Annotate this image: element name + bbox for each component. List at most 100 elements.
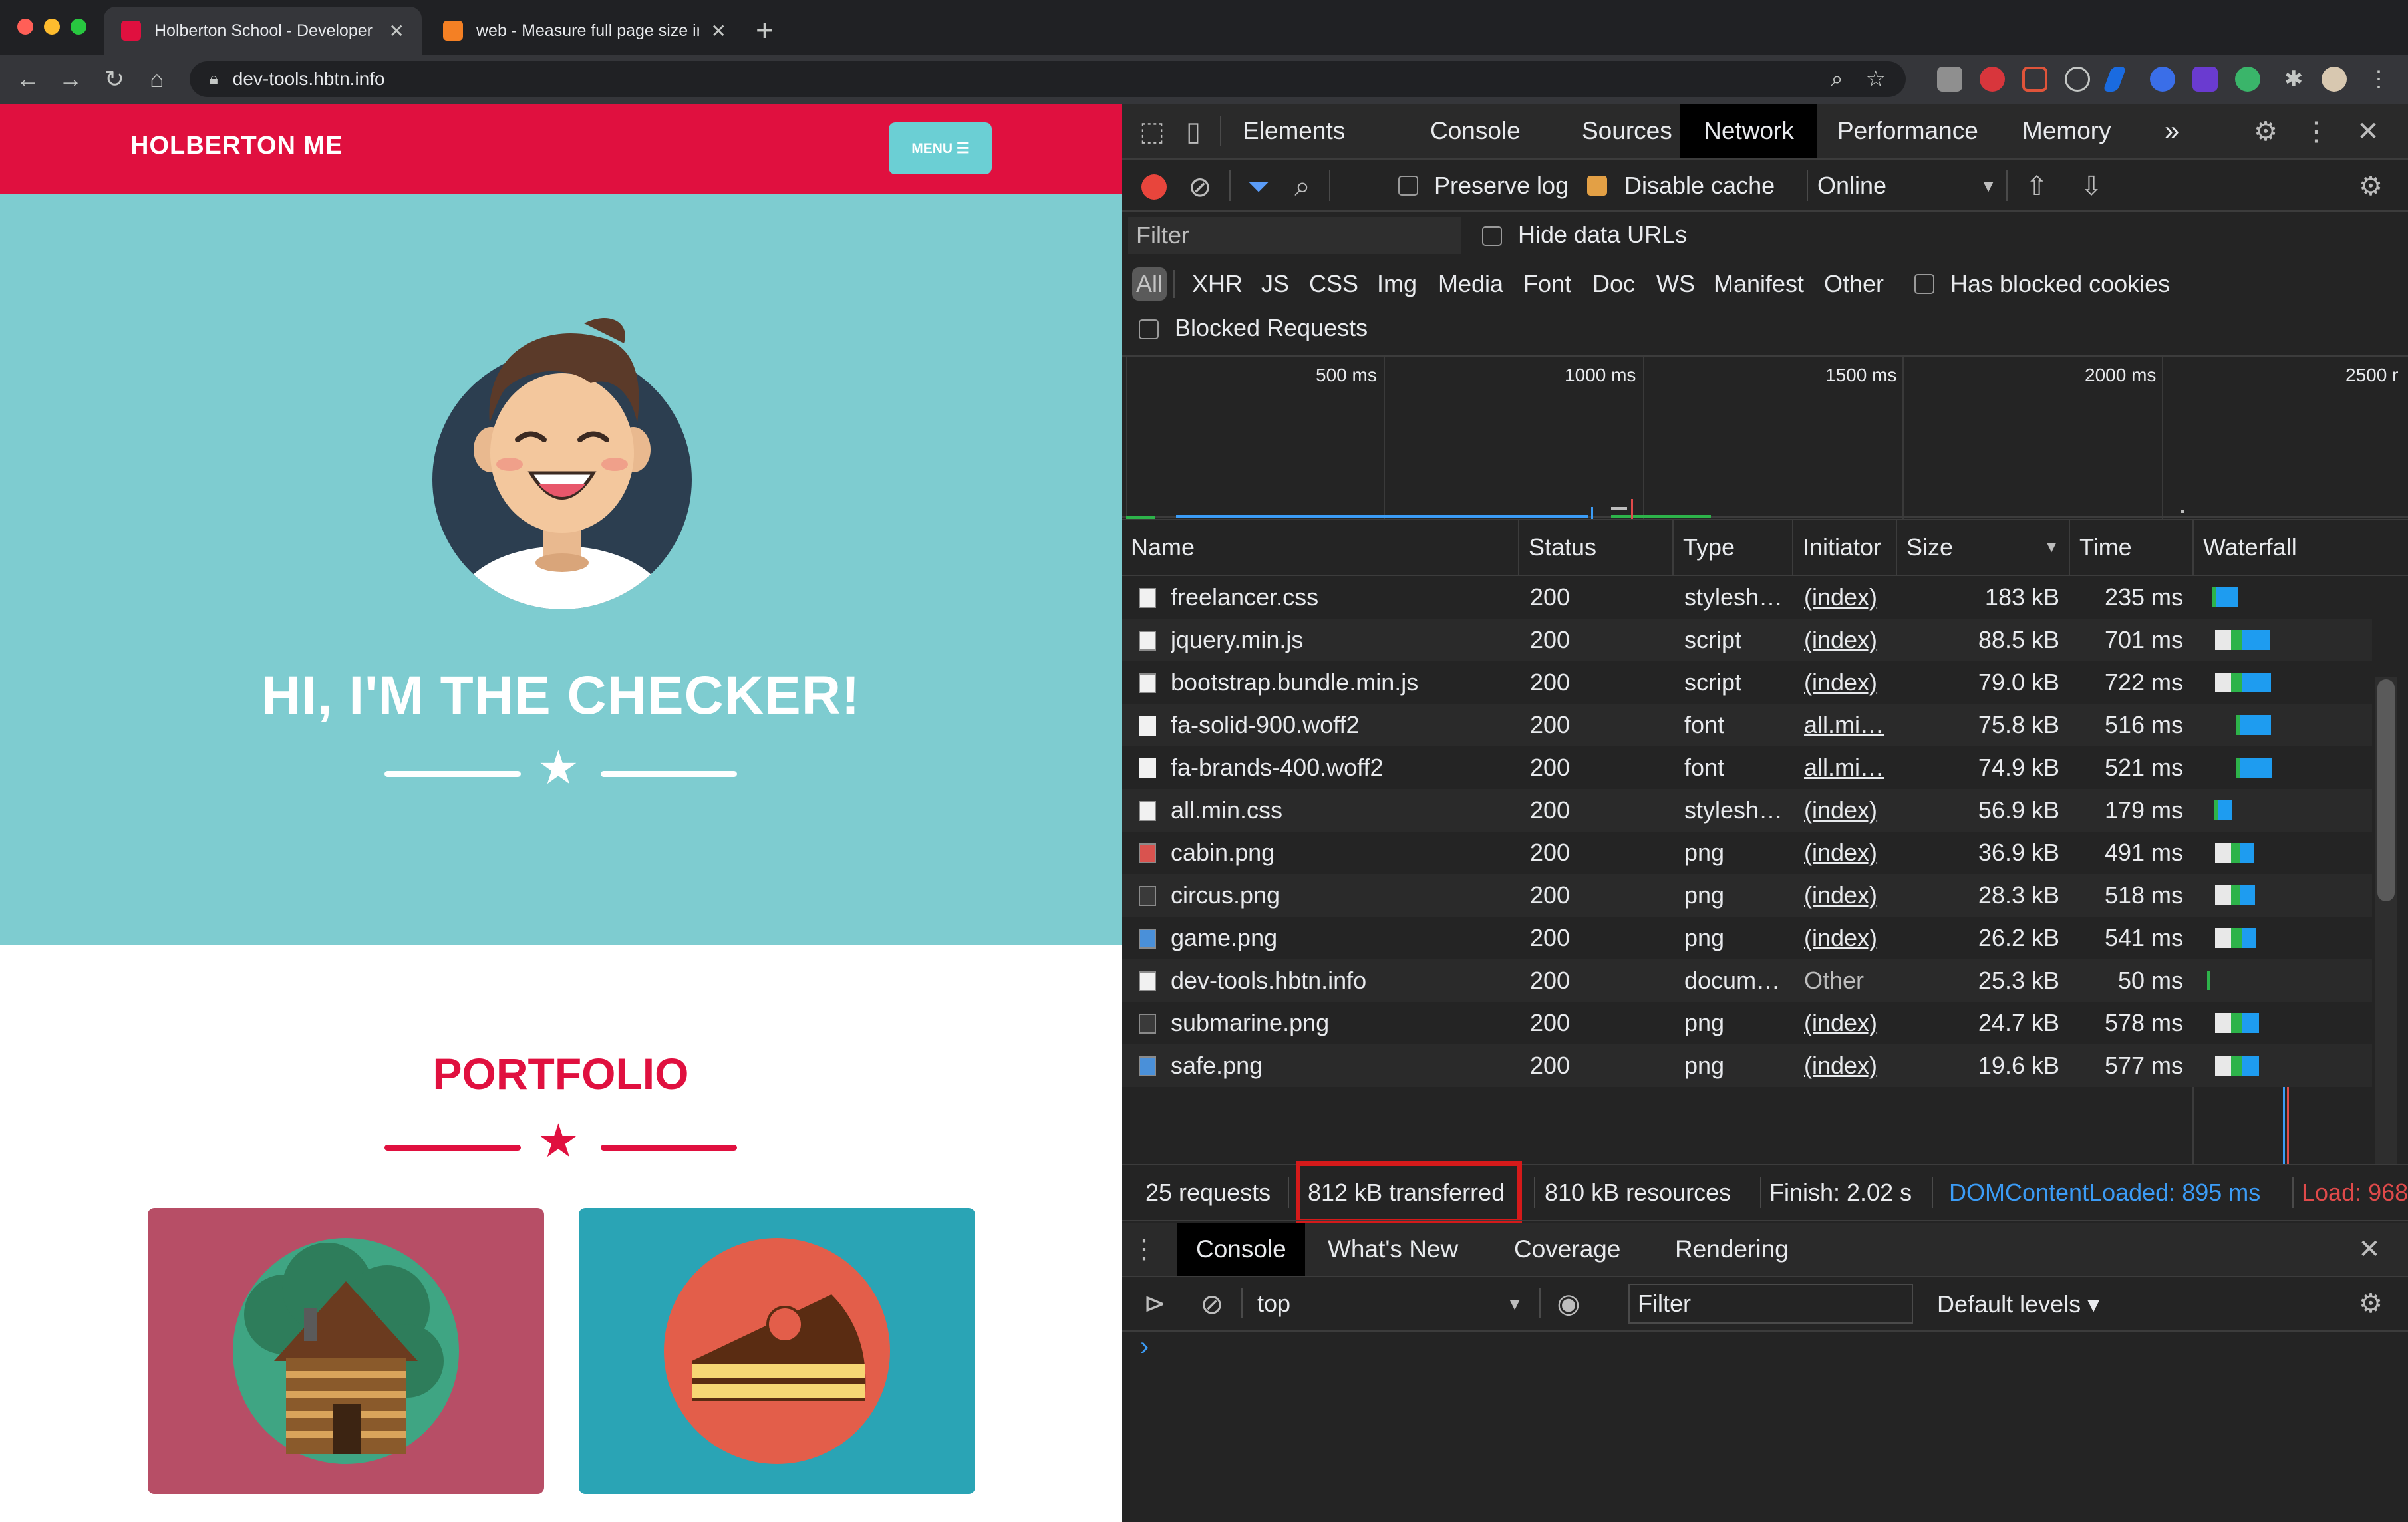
table-row[interactable]: bootstrap.bundle.min.js 200 script (inde… — [1122, 661, 2372, 704]
table-row[interactable]: fa-brands-400.woff2 200 font all.mi… 74.… — [1122, 746, 2372, 789]
filter-font-button[interactable]: Font — [1523, 270, 1571, 298]
extension-s-icon[interactable] — [1937, 67, 1962, 92]
extension-pen-icon[interactable] — [2103, 67, 2127, 92]
blocked-requests-checkbox[interactable] — [1139, 319, 1159, 339]
filter-css-button[interactable]: CSS — [1309, 270, 1358, 298]
request-initiator[interactable]: (index) — [1804, 1044, 1893, 1087]
drawer-menu-icon[interactable]: ⋮ — [1131, 1233, 1157, 1265]
table-scrollbar-thumb[interactable] — [2377, 679, 2395, 901]
portfolio-card-cake[interactable] — [579, 1208, 975, 1494]
filter-manifest-button[interactable]: Manifest — [1714, 270, 1804, 298]
request-initiator[interactable]: (index) — [1804, 619, 1893, 661]
drawer-tab-console[interactable]: Console — [1177, 1223, 1305, 1276]
console-sidebar-icon[interactable]: ⊳ — [1137, 1287, 1172, 1321]
filter-media-button[interactable]: Media — [1438, 270, 1503, 298]
column-header-time[interactable]: Time — [2069, 519, 2192, 576]
request-initiator[interactable]: all.mi… — [1804, 704, 1893, 746]
request-initiator[interactable]: (index) — [1804, 789, 1893, 832]
extension-purple-icon[interactable] — [2192, 67, 2218, 92]
network-filter-input[interactable]: Filter — [1128, 217, 1461, 254]
forward-arrow-icon[interactable]: → — [51, 55, 90, 104]
filter-other-button[interactable]: Other — [1824, 270, 1884, 298]
extension-c-icon[interactable] — [2022, 67, 2047, 92]
request-initiator[interactable]: (index) — [1804, 1002, 1893, 1044]
close-window-button[interactable] — [17, 19, 33, 35]
request-initiator[interactable]: (index) — [1804, 832, 1893, 874]
request-initiator[interactable]: (index) — [1804, 874, 1893, 917]
network-settings-gear-icon[interactable]: ⚙ — [2353, 169, 2388, 204]
record-button-icon[interactable] — [1141, 174, 1167, 200]
filter-img-button[interactable]: Img — [1377, 270, 1417, 298]
browser-tab-holberton[interactable]: Holberton School - Developer t ✕ — [104, 7, 422, 55]
tab-performance[interactable]: Performance — [1821, 104, 1994, 158]
grammarly-icon[interactable] — [2235, 67, 2260, 92]
reload-icon[interactable]: ↻ — [94, 55, 134, 104]
column-header-initiator[interactable]: Initiator — [1792, 519, 1896, 576]
drawer-tab-coverage[interactable]: Coverage — [1495, 1223, 1639, 1276]
filter-funnel-icon[interactable]: ⏷ — [1241, 169, 1276, 204]
filter-ws-button[interactable]: WS — [1656, 270, 1695, 298]
clear-console-icon[interactable]: ⊘ — [1195, 1287, 1229, 1321]
filter-doc-button[interactable]: Doc — [1592, 270, 1635, 298]
address-bar[interactable]: 🔒︎ dev-tools.hbtn.info ⌕ ☆ — [190, 61, 1906, 97]
live-expression-eye-icon[interactable]: ◉ — [1547, 1287, 1590, 1321]
table-row[interactable]: freelancer.css 200 stylesh… (index) 183 … — [1122, 576, 2372, 619]
filter-xhr-button[interactable]: XHR — [1192, 270, 1243, 298]
drawer-tab-whats-new[interactable]: What's New — [1309, 1223, 1477, 1276]
request-initiator[interactable]: (index) — [1804, 661, 1893, 704]
table-row[interactable]: game.png 200 png (index) 26.2 kB 541 ms — [1122, 917, 2372, 959]
filter-all-button[interactable]: All — [1132, 267, 1167, 301]
filter-js-button[interactable]: JS — [1261, 270, 1289, 298]
execution-context-select[interactable]: top ▼ — [1252, 1284, 1531, 1324]
extensions-puzzle-icon[interactable]: ✱ — [2274, 55, 2314, 104]
table-row[interactable]: dev-tools.hbtn.info 200 docum… Other 25.… — [1122, 959, 2372, 1002]
table-row[interactable]: all.min.css 200 stylesh… (index) 56.9 kB… — [1122, 789, 2372, 832]
react-devtools-icon[interactable] — [2065, 67, 2090, 92]
browser-tab-stackoverflow[interactable]: web - Measure full page size in ✕ — [426, 7, 744, 55]
maximize-window-button[interactable] — [71, 19, 86, 35]
request-initiator[interactable]: (index) — [1804, 576, 1893, 619]
minimize-window-button[interactable] — [44, 19, 60, 35]
column-header-type[interactable]: Type — [1672, 519, 1792, 576]
close-drawer-icon[interactable]: ✕ — [2353, 1233, 2385, 1265]
tab-network[interactable]: Network — [1680, 104, 1817, 158]
close-tab-icon[interactable]: ✕ — [711, 20, 726, 42]
console-filter-input[interactable]: Filter — [1628, 1284, 1913, 1324]
table-row[interactable]: safe.png 200 png (index) 19.6 kB 577 ms — [1122, 1044, 2372, 1087]
home-icon[interactable]: ⌂ — [137, 55, 177, 104]
column-header-waterfall[interactable]: Waterfall — [2192, 519, 2408, 576]
bookmark-star-icon[interactable]: ☆ — [1866, 66, 1886, 92]
extension-red-icon[interactable] — [1980, 67, 2005, 92]
portfolio-card-cabin[interactable] — [148, 1208, 544, 1494]
tab-sources[interactable]: Sources — [1566, 104, 1688, 158]
extension-cc-icon[interactable] — [2150, 67, 2175, 92]
table-row[interactable]: cabin.png 200 png (index) 36.9 kB 491 ms — [1122, 832, 2372, 874]
tab-elements[interactable]: Elements — [1227, 104, 1361, 158]
profile-avatar[interactable] — [2322, 67, 2347, 92]
log-levels-select[interactable]: Default levels ▾ — [1937, 1291, 2099, 1318]
import-har-icon[interactable]: ⇧ — [2020, 169, 2054, 204]
table-row[interactable]: fa-solid-900.woff2 200 font all.mi… 75.8… — [1122, 704, 2372, 746]
request-initiator[interactable]: all.mi… — [1804, 746, 1893, 789]
search-icon[interactable]: ⌕ — [1285, 169, 1320, 204]
table-row[interactable]: submarine.png 200 png (index) 24.7 kB 57… — [1122, 1002, 2372, 1044]
clear-icon[interactable]: ⊘ — [1183, 169, 1217, 204]
has-blocked-cookies-checkbox[interactable] — [1914, 274, 1934, 294]
back-arrow-icon[interactable]: ← — [8, 55, 48, 104]
device-toolbar-icon[interactable]: ▯ — [1177, 116, 1209, 148]
table-row[interactable]: circus.png 200 png (index) 28.3 kB 518 m… — [1122, 874, 2372, 917]
site-brand[interactable]: HOLBERTON ME — [130, 132, 343, 160]
console-output[interactable]: › — [1122, 1332, 2408, 1522]
menu-button[interactable]: MENU ☰ — [889, 122, 992, 174]
console-settings-gear-icon[interactable]: ⚙ — [2353, 1287, 2388, 1321]
export-har-icon[interactable]: ⇩ — [2074, 169, 2109, 204]
column-header-size[interactable]: Size ▼ — [1896, 519, 2069, 576]
close-tab-icon[interactable]: ✕ — [389, 20, 404, 42]
request-initiator[interactable]: (index) — [1804, 917, 1893, 959]
throttling-select[interactable]: Online ▼ — [1817, 168, 1997, 204]
inspect-element-icon[interactable]: ⬚ — [1136, 116, 1168, 148]
disable-cache-checkbox[interactable] — [1587, 176, 1607, 196]
tab-memory[interactable]: Memory — [2006, 104, 2127, 158]
browser-menu-icon[interactable]: ⋮ — [2359, 55, 2399, 104]
devtools-menu-icon[interactable]: ⋮ — [2303, 116, 2330, 148]
